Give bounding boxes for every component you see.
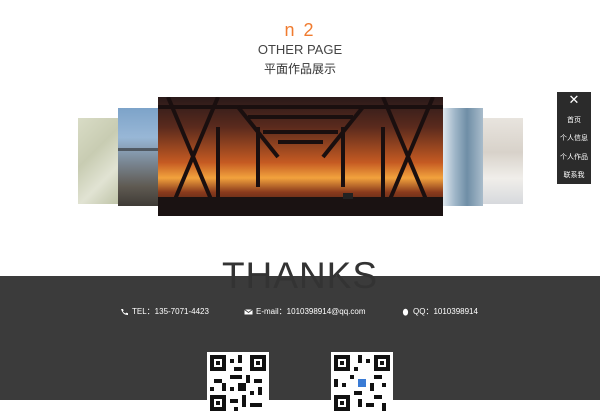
gallery-photo-window[interactable]	[443, 108, 483, 206]
qr-icon	[210, 355, 266, 411]
email-text[interactable]: E-mail：1010398914@qq.com	[256, 307, 366, 316]
menu-item-info[interactable]: 个人信息	[557, 133, 591, 143]
gallery-photo-bridge[interactable]	[158, 97, 443, 216]
qq-penguin-icon	[402, 308, 409, 316]
qr-icon	[334, 355, 390, 411]
qq-text: QQ：1010398914	[413, 307, 478, 316]
mail-icon	[244, 309, 253, 315]
page-title: OTHER PAGE	[257, 42, 343, 57]
gallery-photo-building[interactable]	[118, 108, 158, 206]
tel-text: TEL：135-7071-4423	[132, 307, 209, 316]
qr-code-left	[207, 352, 269, 414]
qr-code-right	[331, 352, 393, 414]
page-subtitle: 平面作品展示	[263, 62, 336, 76]
contact-tel: TEL：135-7071-4423	[120, 306, 209, 317]
contact-qq: QQ：1010398914	[401, 306, 478, 317]
phone-icon	[121, 308, 128, 315]
gallery-photo-room[interactable]	[483, 118, 523, 204]
side-nav-menu: ✕ 首页 个人信息 个人作品 联系我	[557, 92, 591, 184]
bridge-truss-graphic	[158, 97, 443, 216]
close-icon[interactable]: ✕	[557, 93, 591, 108]
thanks-heading: THANKS	[221, 255, 379, 296]
menu-item-home[interactable]: 首页	[557, 115, 591, 125]
gallery-photo-grass[interactable]	[78, 118, 118, 204]
section-number: n 2	[284, 20, 316, 40]
menu-item-contact[interactable]: 联系我	[557, 170, 591, 180]
menu-item-works[interactable]: 个人作品	[557, 152, 591, 162]
contact-email: E-mail：1010398914@qq.com	[244, 306, 366, 317]
